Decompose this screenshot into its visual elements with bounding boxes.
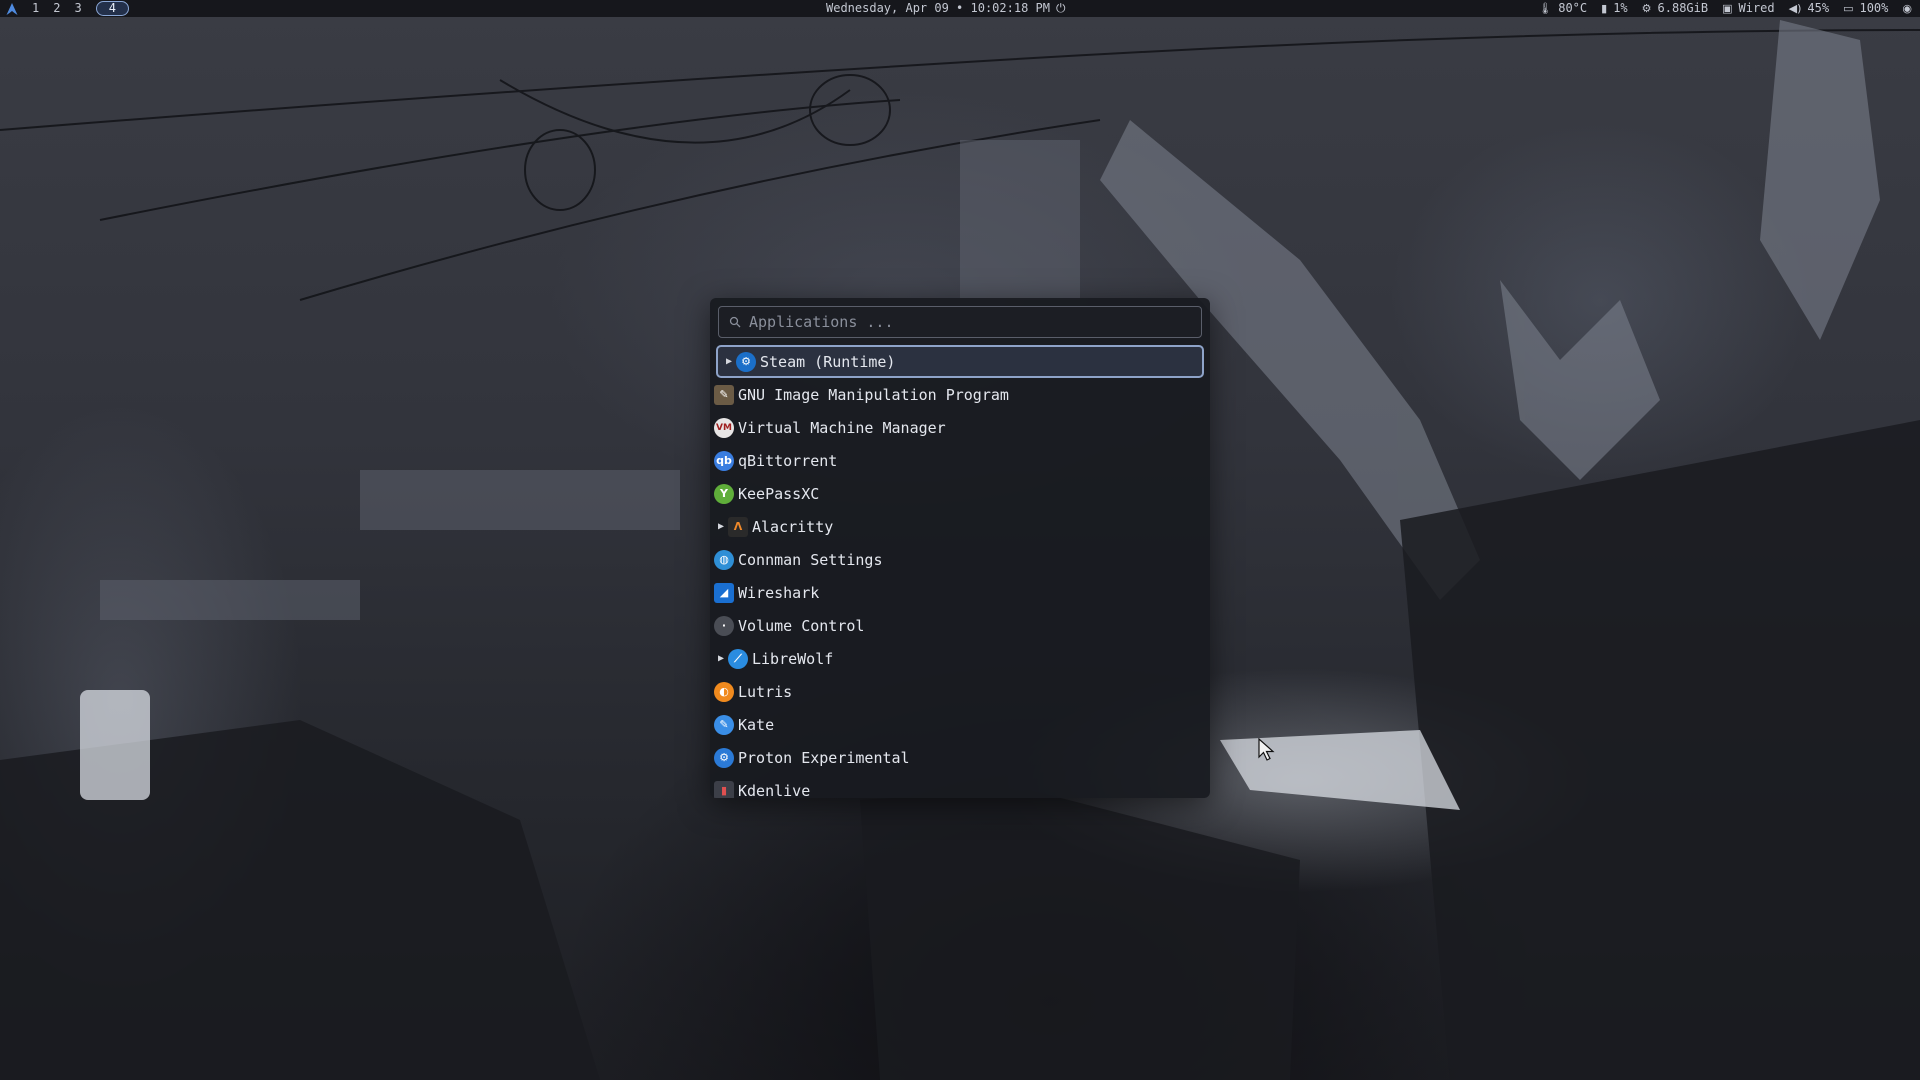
virt-manager-icon: VM <box>714 417 734 438</box>
app-label: Steam (Runtime) <box>760 352 896 371</box>
datetime[interactable]: Wednesday, Apr 09 • 10:02:18 PM <box>826 0 1050 17</box>
application-list: ▶ ⚙ Steam (Runtime) ✎ GNU Image Manipula… <box>710 345 1210 798</box>
memory-value: 6.88GiB <box>1657 1 1709 15</box>
app-item-wireshark[interactable]: ◢ Wireshark <box>710 576 1210 609</box>
clock-area: Wednesday, Apr 09 • 10:02:18 PM ⏻ <box>826 0 1065 17</box>
app-label: Volume Control <box>738 616 865 635</box>
battery-value: 100% <box>1859 1 1889 15</box>
app-label: Lutris <box>738 682 793 701</box>
memory-icon: ⚙ <box>1641 2 1652 15</box>
app-item-alacritty[interactable]: ▶ Λ Alacritty <box>710 510 1210 543</box>
app-label: Alacritty <box>752 517 834 536</box>
kdenlive-icon: ▮ <box>714 780 734 798</box>
app-label: GNU Image Manipulation Program <box>738 385 1009 404</box>
app-item-kdenlive[interactable]: ▮ Kdenlive <box>710 774 1210 798</box>
app-label: Connman Settings <box>738 550 883 569</box>
app-label: Kdenlive <box>738 781 811 799</box>
mouse-cursor-icon <box>1258 738 1275 761</box>
volume-value: 45% <box>1807 1 1830 15</box>
memory-status[interactable]: ⚙ 6.88GiB <box>1642 0 1708 17</box>
app-item-virt-manager[interactable]: VM Virtual Machine Manager <box>710 411 1210 444</box>
lutris-icon: ◐ <box>714 681 734 702</box>
speaker-icon: ◀) <box>1788 2 1802 15</box>
steam-tray[interactable]: ◉ <box>1902 0 1912 17</box>
app-label: Wireshark <box>738 583 820 602</box>
battery-icon: ▭ <box>1843 2 1854 15</box>
alacritty-icon: Λ <box>728 516 748 537</box>
keepassxc-icon: Y <box>714 483 734 504</box>
top-bar: 1 2 3 4 Wednesday, Apr 09 • 10:02:18 PM … <box>0 0 1920 17</box>
steam-tray-icon: ◉ <box>1902 2 1912 15</box>
workspace-3[interactable]: 3 <box>74 0 81 17</box>
temperature-value: 80°C <box>1558 1 1588 15</box>
app-item-gimp[interactable]: ✎ GNU Image Manipulation Program <box>710 378 1210 411</box>
app-item-kate[interactable]: ✎ Kate <box>710 708 1210 741</box>
ethernet-icon: ▣ <box>1722 2 1733 15</box>
network-value: Wired <box>1738 1 1775 15</box>
wireshark-icon: ◢ <box>714 582 734 603</box>
kate-icon: ✎ <box>714 714 734 735</box>
app-item-librewolf[interactable]: ▶ ⟋ LibreWolf <box>710 642 1210 675</box>
power-icon[interactable]: ⏻ <box>1056 0 1066 17</box>
app-label: Proton Experimental <box>738 748 910 767</box>
volume-control-icon: · <box>714 615 734 636</box>
thermometer-icon: 🌡 <box>1538 2 1553 15</box>
app-item-connman[interactable]: ◍ Connman Settings <box>710 543 1210 576</box>
expand-caret-icon[interactable]: ▶ <box>722 356 736 367</box>
search-icon <box>729 316 741 328</box>
workspace-4-active[interactable]: 4 <box>95 1 129 16</box>
gimp-icon: ✎ <box>714 384 734 405</box>
app-label: LibreWolf <box>752 649 834 668</box>
cpu-icon: ▮ <box>1601 2 1608 15</box>
battery-status[interactable]: ▭ 100% <box>1843 0 1888 17</box>
app-label: Virtual Machine Manager <box>738 418 946 437</box>
expand-caret-icon[interactable]: ▶ <box>714 653 728 664</box>
network-status[interactable]: ▣ Wired <box>1722 0 1775 17</box>
workspace-1[interactable]: 1 <box>32 0 39 17</box>
librewolf-icon: ⟋ <box>728 648 748 669</box>
workspace-2[interactable]: 2 <box>53 0 60 17</box>
arch-logo-icon[interactable] <box>6 2 18 15</box>
steam-icon: ⚙ <box>736 351 756 372</box>
app-item-proton[interactable]: ⚙ Proton Experimental <box>710 741 1210 774</box>
app-label: KeePassXC <box>738 484 820 503</box>
status-area: 🌡 80°C ▮ 1% ⚙ 6.88GiB ▣ Wired ◀) 45% ▭ 1… <box>1524 0 1912 17</box>
app-item-keepassxc[interactable]: Y KeePassXC <box>710 477 1210 510</box>
connman-icon: ◍ <box>714 549 734 570</box>
volume-status[interactable]: ◀) 45% <box>1789 0 1829 17</box>
app-label: qBittorrent <box>738 451 838 470</box>
workspace-area: 1 2 3 4 <box>6 0 143 17</box>
application-launcher: ▶ ⚙ Steam (Runtime) ✎ GNU Image Manipula… <box>710 298 1210 798</box>
cpu-value: 1% <box>1613 1 1628 15</box>
temperature-status[interactable]: 🌡 80°C <box>1538 0 1587 17</box>
app-item-volume-control[interactable]: · Volume Control <box>710 609 1210 642</box>
expand-caret-icon[interactable]: ▶ <box>714 521 728 532</box>
search-input[interactable] <box>747 312 1191 332</box>
proton-icon: ⚙ <box>714 747 734 768</box>
app-item-qbittorrent[interactable]: qb qBittorrent <box>710 444 1210 477</box>
app-item-lutris[interactable]: ◐ Lutris <box>710 675 1210 708</box>
cpu-status[interactable]: ▮ 1% <box>1601 0 1628 17</box>
search-box[interactable] <box>718 306 1202 338</box>
app-item-steam[interactable]: ▶ ⚙ Steam (Runtime) <box>716 345 1204 378</box>
qbittorrent-icon: qb <box>714 450 734 471</box>
app-label: Kate <box>738 715 775 734</box>
